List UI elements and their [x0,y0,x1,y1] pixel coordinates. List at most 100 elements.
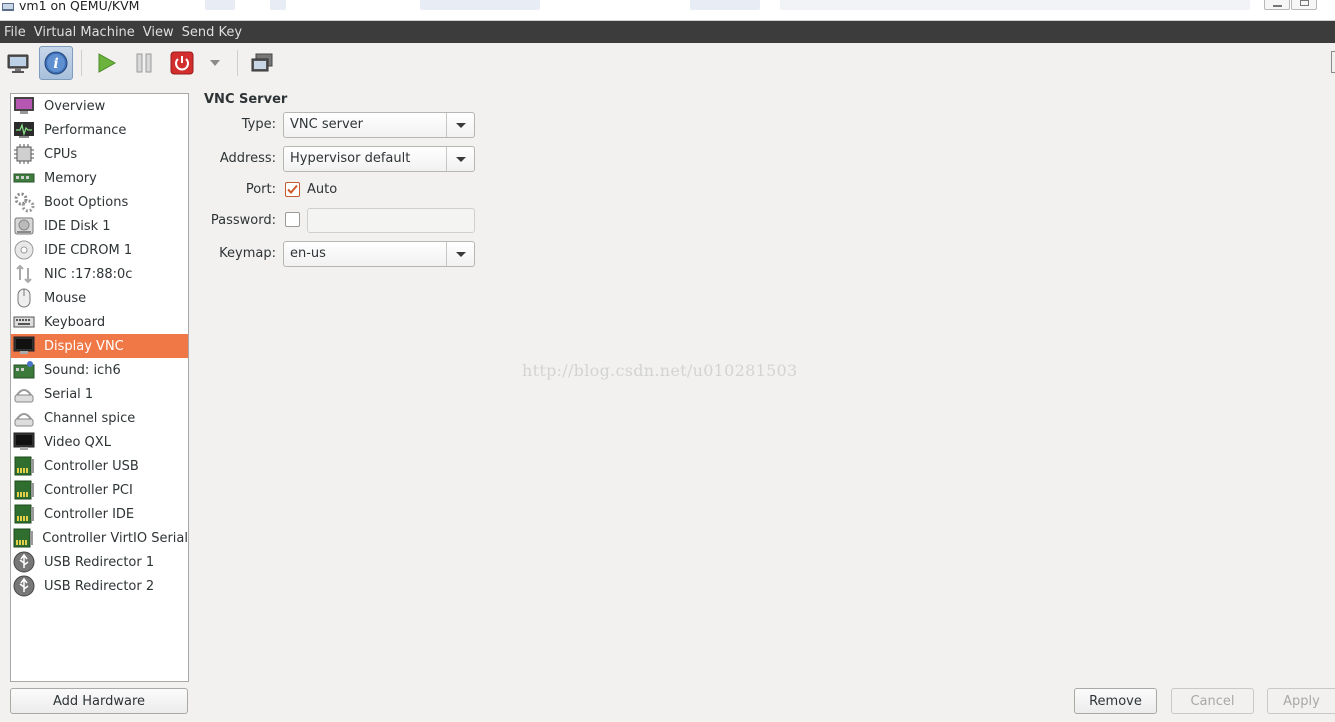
sidebar-item-controller-pci[interactable]: Controller PCI [11,478,188,502]
mouse-icon [12,287,36,309]
window-title: vm1 on QEMU/KVM [19,0,140,13]
sidebar-item-label: Controller VirtIO Serial [42,530,188,546]
fullscreen-button[interactable] [245,46,279,80]
chevron-down-icon [455,156,466,162]
toolbar-overflow-edge [1331,51,1335,73]
sidebar-item-label: Video QXL [44,434,111,450]
sidebar-item-display-vnc[interactable]: Display VNC [11,334,188,358]
password-checkbox[interactable] [285,212,300,227]
menu-virtual-machine[interactable]: Virtual Machine [30,25,138,40]
sidebar-item-ide-cdrom-1[interactable]: IDE CDROM 1 [11,238,188,262]
sidebar-item-keyboard[interactable]: Keyboard [11,310,188,334]
sidebar-item-sound[interactable]: Sound: ich6 [11,358,188,382]
password-field[interactable] [307,208,475,233]
usb-icon [12,575,36,597]
sidebar-item-memory[interactable]: Memory [11,166,188,190]
type-dropdown-toggle[interactable] [446,113,474,137]
cancel-button[interactable]: Cancel [1171,688,1254,714]
background-toolbar-ghost [205,0,235,10]
shutdown-menu-button[interactable] [203,46,227,80]
sidebar-item-label: CPUs [44,146,78,162]
sidebar-item-label: USB Redirector 1 [44,554,155,570]
menu-file[interactable]: File [0,25,29,40]
controller-icon [12,455,36,477]
pause-button[interactable] [127,46,161,80]
sidebar-item-overview[interactable]: Overview [11,94,188,118]
toolbar-separator [81,50,82,76]
cpu-icon [12,143,36,165]
serial-icon [12,383,36,405]
menu-view[interactable]: View [139,25,177,40]
sidebar-item-label: NIC :17:88:0c [44,266,133,282]
remove-button[interactable]: Remove [1074,688,1157,714]
fullscreen-icon [251,53,273,72]
sidebar-item-nic[interactable]: NIC :17:88:0c [11,262,188,286]
minimize-button[interactable] [1264,0,1290,10]
details-button[interactable]: i [39,46,73,80]
sidebar-item-label: Display VNC [44,338,124,354]
shutdown-button[interactable] [165,46,199,80]
port-auto-label: Auto [307,182,338,197]
sidebar-item-label: Sound: ich6 [44,362,121,378]
sidebar-item-channel-spice[interactable]: Channel spice [11,406,188,430]
address-dropdown-toggle[interactable] [446,147,474,171]
controller-icon [12,503,36,525]
pause-icon [136,53,152,73]
background-toolbar-ghost [270,0,286,10]
sidebar-item-mouse[interactable]: Mouse [11,286,188,310]
sidebar-item-label: Overview [44,98,106,114]
sidebar-item-ide-disk-1[interactable]: IDE Disk 1 [11,214,188,238]
address-value: Hypervisor default [290,151,411,166]
sound-card-icon [12,359,36,381]
network-icon [12,263,36,285]
keymap-label: Keymap: [219,246,276,261]
watermark: http://blog.csdn.net/u010281503 [522,361,798,380]
run-play-icon [98,53,117,73]
sidebar-item-label: Memory [44,170,97,186]
address-label: Address: [219,151,276,166]
add-hardware-button[interactable]: Add Hardware [10,688,188,714]
sidebar-item-label: Keyboard [44,314,106,330]
shutdown-menu-chevron-icon [210,60,220,66]
port-auto-checkbox[interactable] [285,182,300,197]
controller-icon [12,527,34,549]
sidebar-item-serial-1[interactable]: Serial 1 [11,382,188,406]
sidebar-item-boot-options[interactable]: Boot Options [11,190,188,214]
address-combo[interactable]: Hypervisor default [283,146,475,172]
sidebar-item-label: Controller USB [44,458,139,474]
keymap-value: en-us [290,246,326,261]
sidebar-item-controller-virtio-serial[interactable]: Controller VirtIO Serial [11,526,188,550]
console-button[interactable] [1,46,35,80]
chevron-down-icon [455,251,466,257]
sidebar-item-usb-redirector-1[interactable]: USB Redirector 1 [11,550,188,574]
keymap-combo[interactable]: en-us [283,241,475,267]
port-label: Port: [245,182,276,197]
sidebar-item-controller-usb[interactable]: Controller USB [11,454,188,478]
display-icon [12,335,36,357]
maximize-button[interactable] [1291,0,1317,10]
background-toolbar-ghost [780,0,1250,10]
sidebar-item-video-qxl[interactable]: Video QXL [11,430,188,454]
sidebar-item-controller-ide[interactable]: Controller IDE [11,502,188,526]
controller-icon [12,479,36,501]
run-button[interactable] [89,46,123,80]
sidebar-item-label: Channel spice [44,410,136,426]
sidebar-item-performance[interactable]: Performance [11,118,188,142]
channel-icon [12,407,36,429]
keymap-dropdown-toggle[interactable] [446,242,474,266]
section-title: VNC Server [204,92,288,107]
sidebar-item-usb-redirector-2[interactable]: USB Redirector 2 [11,574,188,598]
type-label: Type: [241,117,276,132]
app-icon [2,3,14,11]
cdrom-icon [12,239,36,261]
menu-send-key[interactable]: Send Key [178,25,245,40]
memory-icon [12,167,36,189]
console-monitor-icon [7,54,29,73]
shutdown-power-icon [170,51,194,75]
toolbar: i [0,43,1335,83]
sidebar-item-label: IDE Disk 1 [44,218,111,234]
type-combo[interactable]: VNC server [283,112,475,138]
sidebar-item-cpus[interactable]: CPUs [11,142,188,166]
toolbar-separator [237,50,238,76]
apply-button[interactable]: Apply [1267,688,1335,714]
